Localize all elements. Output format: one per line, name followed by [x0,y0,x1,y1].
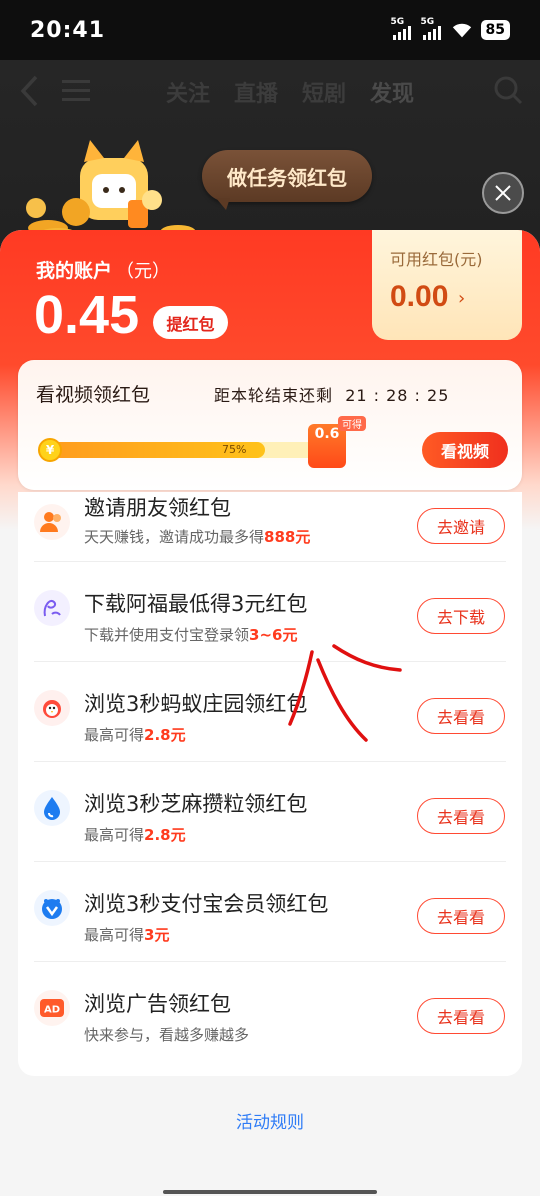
go-look-button[interactable]: 去看看 [417,898,505,934]
task-title: 邀请朋友领红包 [84,496,231,520]
go-look-button[interactable]: 去看看 [417,698,505,734]
chick-icon [34,690,70,726]
task-subtitle: 最高可得2.8元 [84,726,186,744]
home-indicator[interactable] [163,1190,377,1194]
task-row-member: 浏览3秒支付宝会员领红包 最高可得3元 去看看 [18,862,522,962]
top-nav: 关注 直播 短剧 发现 [0,70,540,114]
status-bar: 20:41 5G 5G 85 [0,0,540,60]
task-row-ads: AD 浏览广告领红包 快来参与，看越多赚越多 去看看 [18,962,522,1062]
red-packet-panel: 我的账户 （元） 0.45 提红包 可用红包(元) 0.00 › 看视频领红包 距… [0,230,540,1196]
task-subtitle: 天天赚钱，邀请成功最多得888元 [84,528,311,546]
close-button[interactable] [482,172,524,214]
progress-text: 75% [222,443,247,456]
back-icon[interactable] [18,74,42,108]
task-row-ant-farm: 浏览3秒蚂蚁庄园领红包 最高可得2.8元 去看看 [18,662,522,762]
search-icon[interactable] [492,74,524,106]
task-row-sesame: 浏览3秒芝麻攒粒领红包 最高可得2.8元 去看看 [18,762,522,862]
task-subtitle: 最高可得2.8元 [84,826,186,844]
task-subtitle: 快来参与，看越多赚越多 [84,1026,250,1044]
progress-bar [40,442,340,458]
tab-discover[interactable]: 发现 [370,76,414,108]
member-badge-icon [34,890,70,926]
tab-follow[interactable]: 关注 [166,76,210,108]
task-title: 下载阿福最低得3元红包 [84,592,308,616]
task-title: 浏览3秒芝麻攒粒领红包 [84,792,308,816]
chevron-right-icon: › [458,288,466,309]
people-icon [34,504,70,540]
task-subtitle: 最高可得3元 [84,926,170,944]
close-icon [495,185,511,201]
task-title: 浏览广告领红包 [84,992,231,1016]
cellular-signal-icon-2: 5G [421,17,443,40]
task-title: 浏览3秒支付宝会员领红包 [84,892,329,916]
svg-text:AD: AD [44,1005,60,1016]
account-balance: 0.45 [34,285,140,345]
status-icons: 5G 5G 85 [391,17,510,40]
available-label: 可用红包(元) [390,250,483,269]
menu-icon[interactable] [62,78,90,104]
account-label: 我的账户 （元） [36,260,171,282]
wifi-icon [452,23,471,38]
countdown: 距本轮结束还剩 21 : 28 : 25 [214,386,450,405]
task-list: 邀请朋友领红包 天天赚钱，邀请成功最多得888元 去邀请 下载阿福最低得3元红包… [18,492,522,1076]
download-button[interactable]: 去下载 [417,598,505,634]
task-title: 浏览3秒蚂蚁庄园领红包 [84,692,308,716]
coin-icon: ¥ [38,438,62,462]
afu-icon [34,590,70,626]
ad-icon: AD [34,990,70,1026]
task-bubble: 做任务领红包 [202,150,372,210]
available-red-packet-card[interactable]: 可用红包(元) 0.00 › [372,230,522,340]
go-look-button[interactable]: 去看看 [417,798,505,834]
nav-tabs: 关注 直播 短剧 发现 [166,76,414,108]
status-time: 20:41 [30,18,106,43]
task-row-download-afu: 下载阿福最低得3元红包 下载并使用支付宝登录领3~6元 去下载 [18,562,522,662]
go-look-button[interactable]: 去看看 [417,998,505,1034]
cellular-signal-icon: 5G [391,17,413,40]
tab-live[interactable]: 直播 [234,76,278,108]
task-subtitle: 下载并使用支付宝登录领3~6元 [84,626,298,644]
activity-rules-link[interactable]: 活动规则 [0,1108,540,1133]
reward-badge: 可得 [338,416,366,431]
video-task-title: 看视频领红包 [36,384,151,406]
invite-button[interactable]: 去邀请 [417,508,505,544]
withdraw-button[interactable]: 提红包 [153,306,228,339]
battery-indicator: 85 [480,20,510,40]
sesame-drop-icon [34,790,70,826]
tab-short-drama[interactable]: 短剧 [302,76,346,108]
available-value: 0.00 [390,280,449,313]
task-row-invite: 邀请朋友领红包 天天赚钱，邀请成功最多得888元 去邀请 [18,462,522,562]
